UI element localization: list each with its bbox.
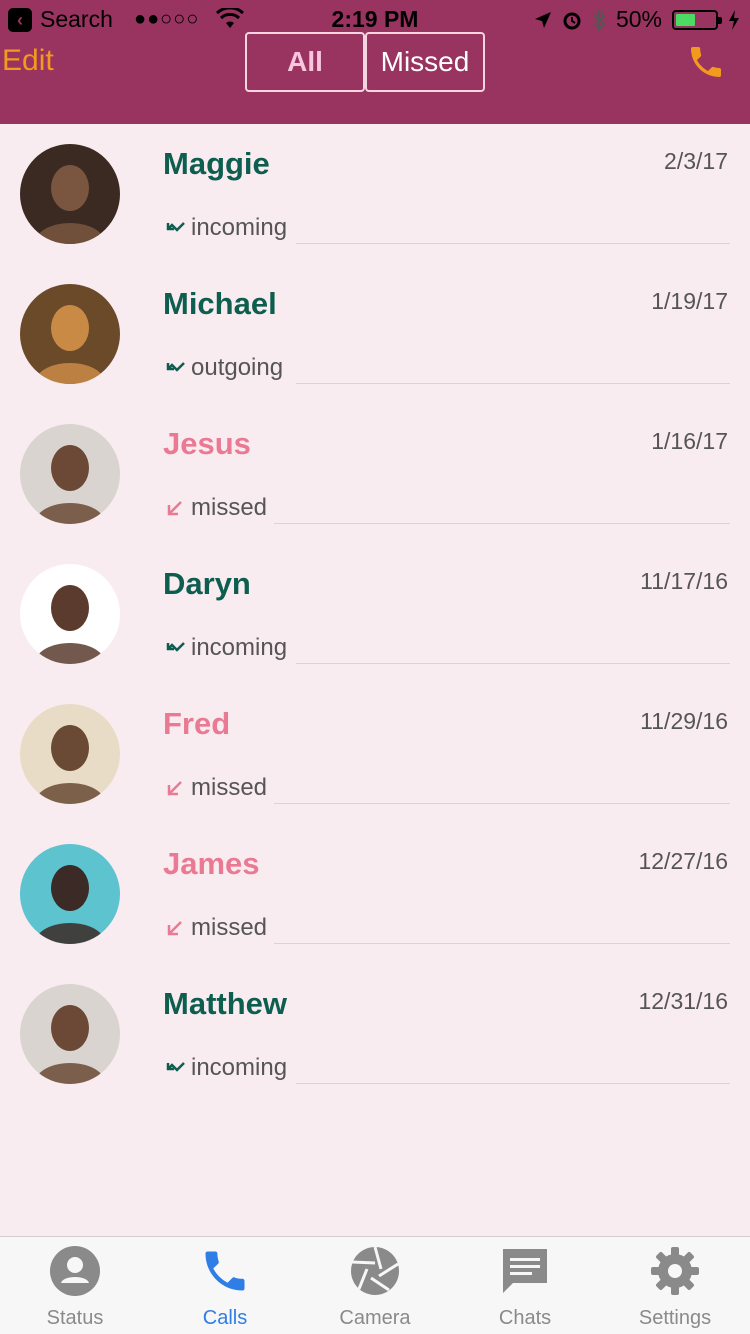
battery-percent: 50% — [615, 6, 662, 32]
call-date: 11/29/16 — [640, 708, 728, 734]
charging-icon — [729, 9, 739, 30]
alarm-icon — [563, 12, 581, 29]
call-type-label: incoming — [191, 1054, 288, 1081]
tab-chats[interactable]: Chats — [450, 1237, 600, 1334]
tab-status[interactable]: Status — [0, 1237, 150, 1334]
tab-settings[interactable]: Settings — [600, 1237, 750, 1334]
row-divider — [296, 243, 730, 244]
tab-settings-label: Settings — [638, 1307, 712, 1329]
location-icon — [534, 11, 551, 28]
tab-calls-label: Calls — [202, 1307, 248, 1329]
contact-name: James — [163, 846, 260, 881]
status-right: 50% — [534, 6, 740, 33]
call-type-label: incoming — [191, 214, 288, 241]
call-row[interactable]: Jesus 1/16/17 missed — [0, 404, 750, 544]
call-row[interactable]: Maggie 2/3/17 incoming — [0, 124, 750, 264]
tab-status-label: Status — [46, 1307, 104, 1329]
call-direction: missed — [163, 494, 267, 522]
call-direction: incoming — [163, 1054, 287, 1082]
contact-name: Maggie — [163, 146, 270, 181]
call-list: Maggie 2/3/17 incoming Michael 1/19/17 outgoi… — [0, 124, 750, 1104]
person-icon — [50, 1246, 100, 1296]
tab-camera[interactable]: Camera — [300, 1237, 450, 1334]
edit-button[interactable]: Edit — [2, 44, 54, 78]
call-type-label: outgoing — [191, 354, 284, 381]
call-row[interactable]: Fred 11/29/16 missed — [0, 684, 750, 824]
call-type-label: incoming — [191, 634, 288, 661]
call-arrow-icon — [166, 642, 185, 652]
missed-call-arrow-icon — [167, 501, 182, 516]
contact-name: Michael — [163, 286, 277, 321]
header: ‹ Search ●●○○○ 2:19 PM 50% Edit All Miss… — [0, 0, 750, 124]
phone-icon — [205, 1251, 245, 1291]
tab-calls[interactable]: Calls — [150, 1237, 300, 1334]
call-row[interactable]: Daryn 11/17/16 incoming — [0, 544, 750, 684]
call-date: 1/19/17 — [651, 288, 728, 314]
call-direction: missed — [163, 774, 267, 802]
call-direction: incoming — [163, 634, 287, 662]
contact-name: Fred — [163, 706, 231, 741]
contact-name: Matthew — [163, 986, 287, 1021]
battery-level — [676, 13, 695, 26]
avatar[interactable] — [20, 844, 120, 944]
call-date: 12/27/16 — [638, 848, 728, 874]
row-divider — [296, 663, 730, 664]
avatar[interactable] — [20, 984, 120, 1084]
row-divider — [274, 943, 730, 944]
missed-call-arrow-icon — [167, 781, 182, 796]
call-arrow-icon — [166, 1062, 185, 1072]
tab-bar: Status Calls Camera Chats Settings — [0, 1236, 750, 1334]
call-direction: outgoing — [163, 354, 283, 382]
row-divider — [296, 1083, 730, 1084]
call-arrow-icon — [166, 222, 185, 232]
avatar[interactable] — [20, 704, 120, 804]
avatar[interactable] — [20, 284, 120, 384]
row-divider — [274, 803, 730, 804]
battery-icon — [672, 9, 722, 30]
call-date: 2/3/17 — [664, 148, 728, 174]
call-arrow-icon — [166, 362, 185, 372]
call-direction: missed — [163, 914, 267, 942]
call-date: 12/31/16 — [638, 988, 728, 1014]
call-row[interactable]: James 12/27/16 missed — [0, 824, 750, 964]
row-divider — [296, 383, 730, 384]
call-type-label: missed — [191, 494, 268, 521]
segment-all[interactable]: All — [245, 32, 365, 92]
chat-icon — [503, 1249, 547, 1293]
call-type-label: missed — [191, 774, 268, 801]
tab-chats-label: Chats — [498, 1307, 552, 1329]
missed-call-arrow-icon — [167, 921, 182, 936]
avatar[interactable] — [20, 564, 120, 664]
call-row[interactable]: Matthew 12/31/16 incoming — [0, 964, 750, 1104]
gear-icon — [651, 1247, 699, 1295]
call-row[interactable]: Michael 1/19/17 outgoing — [0, 264, 750, 404]
tab-camera-label: Camera — [339, 1307, 411, 1329]
contact-name: Jesus — [163, 426, 251, 461]
row-divider — [274, 523, 730, 524]
segment-missed[interactable]: Missed — [365, 32, 485, 92]
new-call-phone-icon[interactable] — [686, 42, 726, 82]
aperture-icon — [351, 1246, 399, 1295]
call-date: 11/17/16 — [640, 568, 728, 594]
call-type-label: missed — [191, 914, 268, 941]
call-date: 1/16/17 — [651, 428, 728, 454]
bluetooth-icon — [593, 8, 606, 31]
avatar[interactable] — [20, 144, 120, 244]
contact-name: Daryn — [163, 566, 251, 601]
avatar[interactable] — [20, 424, 120, 524]
call-direction: incoming — [163, 214, 287, 242]
